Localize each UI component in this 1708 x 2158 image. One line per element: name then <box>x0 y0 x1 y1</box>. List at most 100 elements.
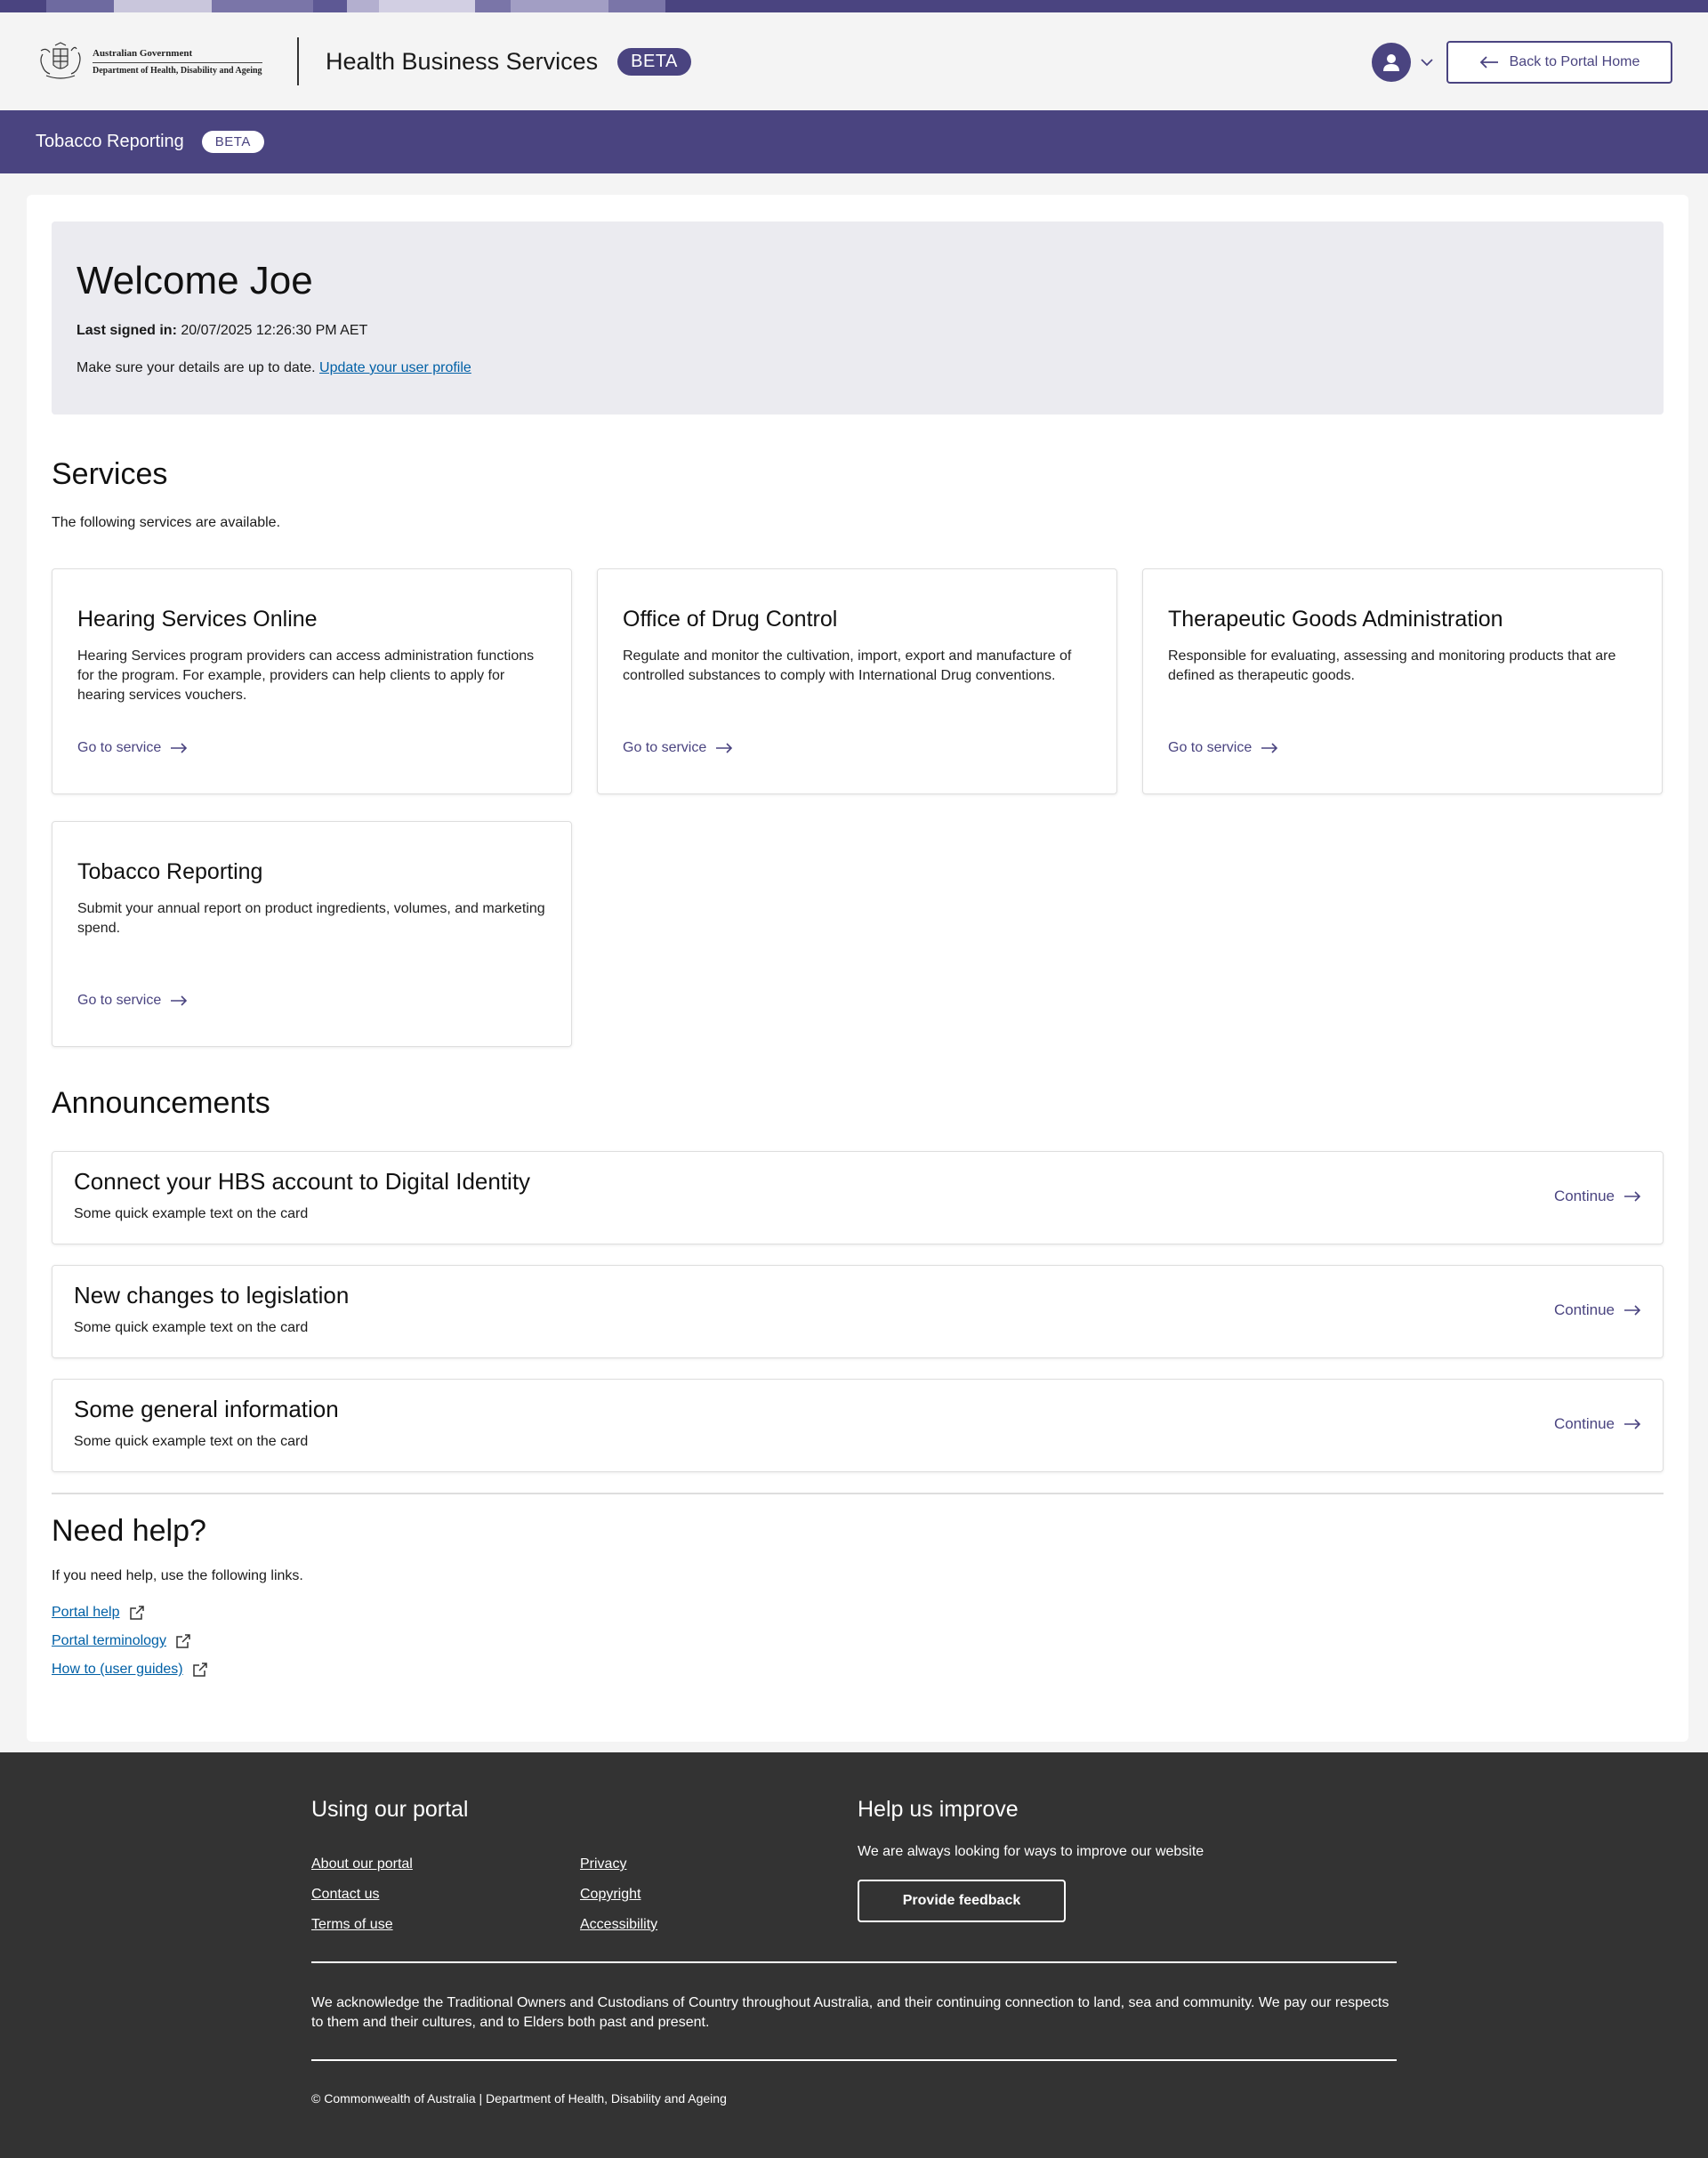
user-guides-link[interactable]: How to (user guides) <box>52 1655 1664 1684</box>
service-card-title: Therapeutic Goods Administration <box>1168 607 1503 632</box>
help-link-label: Portal terminology <box>52 1633 166 1648</box>
chevron-down-icon[interactable] <box>1418 53 1436 71</box>
details-reminder: Make sure your details are up to date. U… <box>77 360 1639 376</box>
footer-divider <box>311 2059 1397 2061</box>
continue-label: Continue <box>1553 1188 1615 1204</box>
continue-link[interactable]: Continue <box>1554 1301 1641 1319</box>
help-divider <box>52 1493 1664 1494</box>
announcement-text: Some quick example text on the card <box>74 1320 309 1335</box>
announcement-card: Connect your HBS account to Digital Iden… <box>52 1151 1664 1244</box>
service-card-description: Hearing Services program providers can a… <box>77 648 535 703</box>
government-logo[interactable]: Australian Government Department of Heal… <box>36 42 270 81</box>
continue-link[interactable]: Continue <box>1554 1415 1641 1433</box>
header-divider <box>297 37 299 85</box>
go-to-service-link[interactable]: Go to service <box>77 740 188 756</box>
go-to-service-link[interactable]: Go to service <box>77 993 188 1009</box>
privacy-link[interactable]: Privacy <box>580 1856 849 1872</box>
service-card-tobacco: Tobacco Reporting Submit your annual rep… <box>52 821 572 1047</box>
back-button-label: Back to Portal Home <box>1509 54 1640 69</box>
site-header: Australian Government Department of Heal… <box>0 12 1708 110</box>
last-signed-in: Last signed in: 20/07/2025 12:26:30 PM A… <box>77 323 1639 339</box>
footer-using-portal: Using our portal About our portal Privac… <box>311 1797 858 1933</box>
user-avatar[interactable] <box>1372 43 1411 82</box>
continue-label: Continue <box>1553 1415 1615 1432</box>
arrow-right-icon <box>1624 1305 1641 1316</box>
help-link-label: How to (user guides) <box>52 1662 183 1677</box>
welcome-title: Welcome Joe <box>77 259 313 302</box>
external-link-icon <box>129 1606 144 1620</box>
announcement-card: New changes to legislation Some quick ex… <box>52 1265 1664 1358</box>
service-bar: Tobacco Reporting BETA <box>0 110 1708 173</box>
coat-of-arms-icon <box>40 42 81 79</box>
help-heading: Need help? <box>52 1514 206 1548</box>
announcement-text: Some quick example text on the card <box>74 1434 309 1449</box>
go-to-service-link[interactable]: Go to service <box>1168 740 1278 756</box>
continue-link[interactable]: Continue <box>1554 1188 1641 1205</box>
go-to-service-label: Go to service <box>77 740 162 755</box>
details-text: Make sure your details are up to date. <box>77 360 316 375</box>
continue-label: Continue <box>1553 1301 1615 1318</box>
top-stripe <box>0 0 1708 12</box>
portal-terminology-link[interactable]: Portal terminology <box>52 1627 1664 1655</box>
announcement-title: Connect your HBS account to Digital Iden… <box>74 1168 531 1195</box>
copyright-notice: © Commonwealth of Australia | Department… <box>311 2091 727 2106</box>
arrow-right-icon <box>1624 1191 1641 1202</box>
external-link-icon <box>192 1663 207 1677</box>
provide-feedback-button[interactable]: Provide feedback <box>858 1880 1066 1922</box>
user-icon <box>1383 54 1399 71</box>
terms-of-use-link[interactable]: Terms of use <box>311 1917 580 1933</box>
beta-badge: BETA <box>617 47 691 76</box>
service-beta-badge: BETA <box>201 131 264 153</box>
service-card-title: Hearing Services Online <box>77 607 318 632</box>
service-card-title: Office of Drug Control <box>623 607 838 632</box>
service-name[interactable]: Tobacco Reporting <box>36 132 184 152</box>
accessibility-link[interactable]: Accessibility <box>580 1917 849 1933</box>
help-description: If you need help, use the following link… <box>52 1568 303 1583</box>
acknowledgement-of-country: We acknowledge the Traditional Owners an… <box>311 1995 1390 2030</box>
go-to-service-label: Go to service <box>623 740 707 755</box>
help-link-label: Portal help <box>52 1605 120 1620</box>
main-content: Welcome Joe Last signed in: 20/07/2025 1… <box>27 195 1688 1742</box>
footer-improve-text: We are always looking for ways to improv… <box>858 1844 1204 1859</box>
announcement-title: New changes to legislation <box>74 1282 350 1308</box>
arrow-left-icon <box>1479 56 1498 68</box>
arrow-right-icon <box>171 995 188 1006</box>
portal-help-link[interactable]: Portal help <box>52 1598 1664 1627</box>
external-link-icon <box>176 1634 190 1648</box>
back-to-portal-home-button[interactable]: Back to Portal Home <box>1446 41 1672 84</box>
footer-help-improve: Help us improve We are always looking fo… <box>858 1797 1204 1933</box>
service-card-description: Submit your annual report on product ing… <box>77 901 545 936</box>
footer-using-heading: Using our portal <box>311 1797 469 1822</box>
services-description: The following services are available. <box>52 515 281 530</box>
go-to-service-label: Go to service <box>77 993 162 1008</box>
go-to-service-label: Go to service <box>1168 740 1253 755</box>
announcement-title: Some general information <box>74 1396 339 1422</box>
announcements-heading: Announcements <box>52 1086 270 1120</box>
copyright-link[interactable]: Copyright <box>580 1887 849 1903</box>
services-heading: Services <box>52 457 168 491</box>
help-links: Portal help Portal terminology How to (u… <box>52 1598 1664 1684</box>
service-card-tga: Therapeutic Goods Administration Respons… <box>1142 568 1663 794</box>
service-card-description: Responsible for evaluating, assessing an… <box>1168 648 1616 683</box>
service-card-drug-control: Office of Drug Control Regulate and moni… <box>597 568 1117 794</box>
arrow-right-icon <box>716 743 733 753</box>
gov-name: Australian Government <box>93 48 262 63</box>
site-name[interactable]: Health Business Services <box>326 48 598 76</box>
footer-improve-heading: Help us improve <box>858 1797 1019 1822</box>
department-name: Department of Health, Disability and Age… <box>93 65 262 76</box>
service-cards: Hearing Services Online Hearing Services… <box>52 568 1664 1047</box>
service-card-hearing: Hearing Services Online Hearing Services… <box>52 568 572 794</box>
go-to-service-link[interactable]: Go to service <box>623 740 733 756</box>
contact-us-link[interactable]: Contact us <box>311 1887 580 1903</box>
update-profile-link[interactable]: Update your user profile <box>319 360 471 375</box>
last-signed-value: 20/07/2025 12:26:30 PM AET <box>181 323 368 338</box>
footer-divider <box>311 1961 1397 1963</box>
announcement-card: Some general information Some quick exam… <box>52 1379 1664 1472</box>
arrow-right-icon <box>1261 743 1278 753</box>
announcements-list: Connect your HBS account to Digital Iden… <box>52 1151 1664 1472</box>
about-portal-link[interactable]: About our portal <box>311 1856 580 1872</box>
site-footer: Using our portal About our portal Privac… <box>0 1752 1708 2158</box>
welcome-panel: Welcome Joe Last signed in: 20/07/2025 1… <box>52 221 1664 415</box>
announcement-text: Some quick example text on the card <box>74 1206 309 1221</box>
last-signed-label: Last signed in: <box>77 323 177 338</box>
